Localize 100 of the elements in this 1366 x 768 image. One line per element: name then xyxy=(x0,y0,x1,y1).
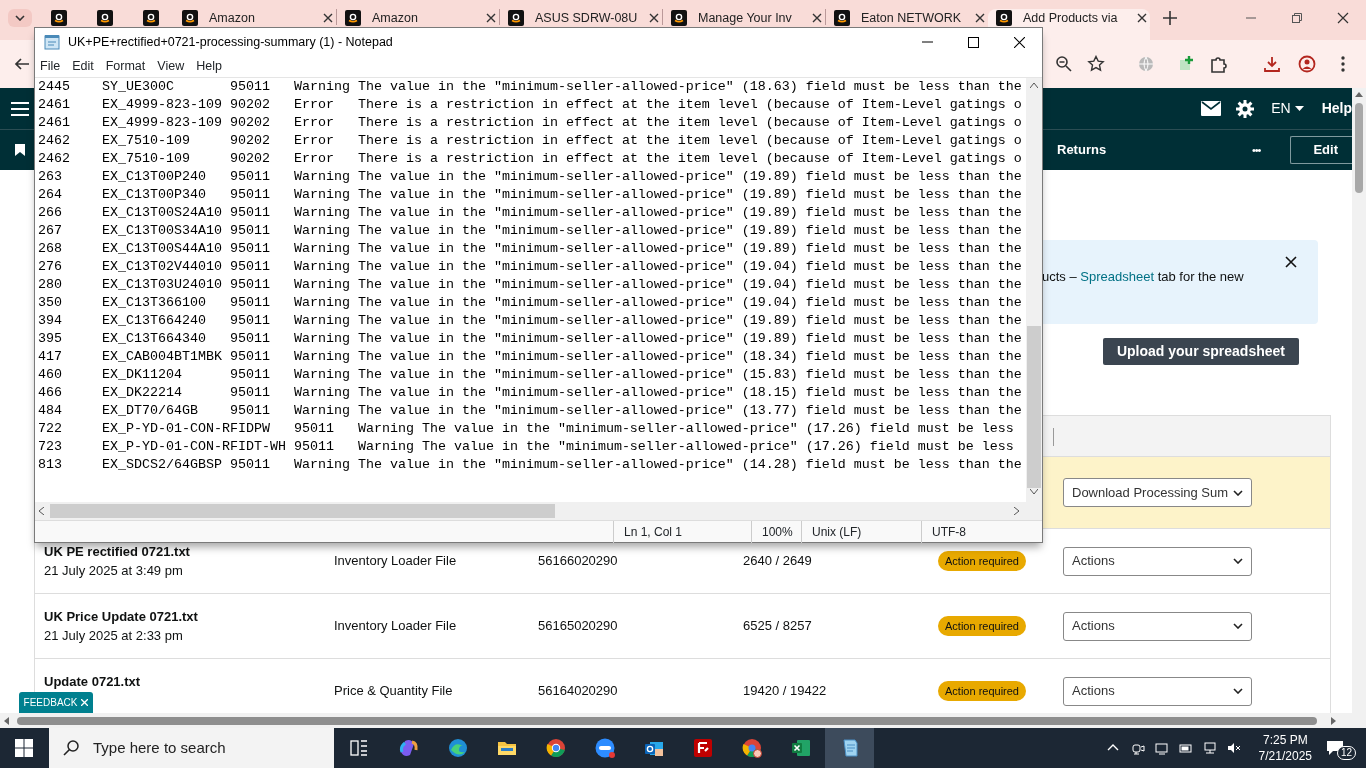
settings-icon[interactable] xyxy=(1236,99,1255,118)
text-line: 264 EX_C13T00P340 95011 Warning The value in the "minimum-seller-allowed-price" (19.89) field must be less than the xyxy=(38,186,1022,204)
back-arrow-icon[interactable] xyxy=(14,56,30,72)
scroll-left-icon[interactable] xyxy=(4,716,9,725)
download-icon[interactable] xyxy=(1263,55,1281,73)
table-cell-text: 56165020290 xyxy=(538,617,619,636)
download-select[interactable]: Download Processing Sum xyxy=(1063,478,1252,507)
nav-link-item[interactable]: Returns xyxy=(1057,140,1107,160)
close-icon[interactable] xyxy=(1013,36,1025,48)
swirl-icon xyxy=(398,738,419,758)
close-icon[interactable] xyxy=(812,13,822,23)
close-icon[interactable] xyxy=(486,13,496,23)
speaker-muted-icon[interactable] xyxy=(1226,741,1241,755)
language-menu[interactable]: EN xyxy=(1271,98,1304,119)
star-icon[interactable] xyxy=(1087,55,1105,73)
caret-icon xyxy=(1294,106,1304,111)
task-view-icon[interactable] xyxy=(350,740,368,756)
extension-plus-icon[interactable] xyxy=(1177,55,1195,73)
horizontal-scrollbar[interactable] xyxy=(35,502,1042,520)
text-line: 350 EX_C13T366100 95011 Warning The value in the "minimum-seller-allowed-price" (19.04) field must be less than the xyxy=(38,294,1022,312)
text-line: 460 EX_DK11204 95011 Warning The value in the "minimum-seller-allowed-price" (15.83) field must be less than the xyxy=(38,366,1022,384)
new-tab-icon[interactable] xyxy=(1163,11,1177,25)
ball-icon xyxy=(545,738,566,758)
vertical-scrollbar[interactable] xyxy=(1026,78,1042,502)
windows-logo-icon[interactable] xyxy=(15,739,33,757)
scroll-down-icon[interactable] xyxy=(1030,489,1038,494)
profile-icon[interactable] xyxy=(1298,55,1316,73)
table-cell-text: Inventory Loader File xyxy=(334,552,458,571)
network-icon[interactable] xyxy=(1202,741,1217,755)
restore-icon[interactable] xyxy=(1290,11,1304,25)
zoom-out-icon[interactable] xyxy=(1055,55,1073,73)
puzzle-icon[interactable] xyxy=(1209,55,1227,73)
battery-icon[interactable] xyxy=(1178,741,1193,755)
clock[interactable]: 7:25 PM 7/21/2025 xyxy=(1258,732,1312,764)
menu-item[interactable]: View xyxy=(151,57,191,76)
screen-icon[interactable] xyxy=(1154,741,1169,755)
actions-select[interactable]: Actions xyxy=(1063,546,1252,576)
text-line: 2461 EX_4999-823-109 90202 Error There is a restriction in effect at the item level (because of Item-Level gatings o xyxy=(38,114,1022,132)
close-icon[interactable] xyxy=(323,13,333,23)
scroll-thumb[interactable] xyxy=(50,504,555,518)
text-line: 813 EX_SDCS2/64GBSP 95011 Warning The value in the "minimum-seller-allowed-price" (14.28) field must be less than the xyxy=(38,456,1022,474)
scroll-up-icon[interactable] xyxy=(1030,83,1038,88)
scroll-right-icon[interactable] xyxy=(1014,507,1019,515)
menu-item[interactable]: Format xyxy=(99,57,152,76)
text-line: 2461 EX_4999-823-109 90202 Error There is a restriction in effect at the item level (because of Item-Level gatings o xyxy=(38,96,1022,114)
upload-button[interactable]: Upload your spreadsheet xyxy=(1102,338,1299,365)
camera-icon[interactable] xyxy=(1130,741,1145,755)
status-badge: Action required xyxy=(938,550,1026,572)
scroll-up-icon[interactable] xyxy=(1355,92,1363,97)
close-icon[interactable] xyxy=(1285,256,1297,268)
menu-item[interactable]: Edit xyxy=(66,57,100,76)
search-icon xyxy=(63,740,79,756)
table-cell-text: Inventory Loader File xyxy=(334,617,458,636)
scroll-thumb[interactable] xyxy=(1027,326,1041,488)
browser-tab[interactable]: ASUS SDRW-08U xyxy=(500,9,662,27)
status-text: Unix (LF) xyxy=(801,520,921,543)
file-name: UK Price Update 0721.txt xyxy=(44,607,199,626)
close-icon[interactable] xyxy=(649,13,659,23)
vertical-scrollbar[interactable] xyxy=(1352,88,1366,713)
scroll-right-icon[interactable] xyxy=(1331,716,1336,725)
feedback-tab[interactable]: FEEDBACK xyxy=(19,692,93,713)
menu-item[interactable]: File xyxy=(35,57,67,76)
scroll-thumb[interactable] xyxy=(1355,103,1363,193)
browser-tab[interactable]: Manage Your Inv xyxy=(663,9,825,27)
more-button[interactable]: ••• xyxy=(1251,141,1261,159)
text-line: 276 EX_C13T02V44010 95011 Warning The value in the "minimum-seller-allowed-price" (19.04) field must be less than the xyxy=(38,258,1022,276)
table-cell-text: 6525 / 8257 xyxy=(743,617,813,636)
table-cell-text: 2640 / 2649 xyxy=(743,552,813,571)
horizontal-scrollbar[interactable] xyxy=(0,713,1366,728)
browser-tab[interactable]: Eaton NETWORK xyxy=(826,9,988,27)
notification-button[interactable]: 12 xyxy=(1326,736,1356,760)
scroll-left-icon[interactable] xyxy=(39,507,44,515)
tab-list-button[interactable] xyxy=(8,9,32,27)
text-line: 466 EX_DK22214 95011 Warning The value in the "minimum-seller-allowed-price" (18.15) field must be less than the xyxy=(38,384,1022,402)
text-line: 268 EX_C13T00S44A10 95011 Warning The value in the "minimum-seller-allowed-price" (19.89) field must be less than the xyxy=(38,240,1022,258)
browser-tab[interactable]: Amazon xyxy=(174,9,336,27)
menu-icon[interactable] xyxy=(10,100,30,117)
actions-select[interactable]: Actions xyxy=(1063,611,1252,641)
close-icon[interactable] xyxy=(1137,13,1147,23)
upload-date: 21 July 2025 at 2:33 pm xyxy=(44,627,184,645)
menu-item[interactable]: Help xyxy=(190,57,228,76)
text-line: 267 EX_C13T00S34A10 95011 Warning The value in the "minimum-seller-allowed-price" (19.89) field must be less than the xyxy=(38,222,1022,240)
mail-icon[interactable] xyxy=(1201,101,1222,116)
status-badge: Action required xyxy=(938,615,1026,637)
text-line: 484 EX_DT70/64GB 95011 Warning The value in the "minimum-seller-allowed-price" (13.77) field must be less than the xyxy=(38,402,1022,420)
scroll-thumb[interactable] xyxy=(17,716,1317,725)
wave-icon xyxy=(447,738,468,758)
text-line: 395 EX_C13T664340 95011 Warning The value in the "minimum-seller-allowed-price" (19.89) field must be less than the xyxy=(38,330,1022,348)
bookmark-icon[interactable] xyxy=(15,144,25,156)
text-line: 722 EX_P-YD-01-CON-RFIDPW 95011 Warning The value in the "minimum-seller-allowed-price" (17.26) field must be less xyxy=(38,420,1014,438)
help-link[interactable]: Help xyxy=(1321,98,1352,119)
actions-select[interactable]: Actions xyxy=(1063,676,1252,706)
close-icon[interactable] xyxy=(975,13,985,23)
browser-tab[interactable]: Amazon xyxy=(337,9,499,27)
maximize-icon[interactable] xyxy=(967,36,979,48)
table-cell-text: 56166020290 xyxy=(538,552,619,571)
close-icon[interactable] xyxy=(1336,11,1350,25)
text-line: 2462 EX_7510-109 90202 Error There is a restriction in effect at the item level (because of Item-Level gatings o xyxy=(38,150,1022,168)
search-field[interactable]: Type here to search xyxy=(49,728,334,768)
spreadsheet-link[interactable]: Spreadsheet xyxy=(1080,269,1155,285)
